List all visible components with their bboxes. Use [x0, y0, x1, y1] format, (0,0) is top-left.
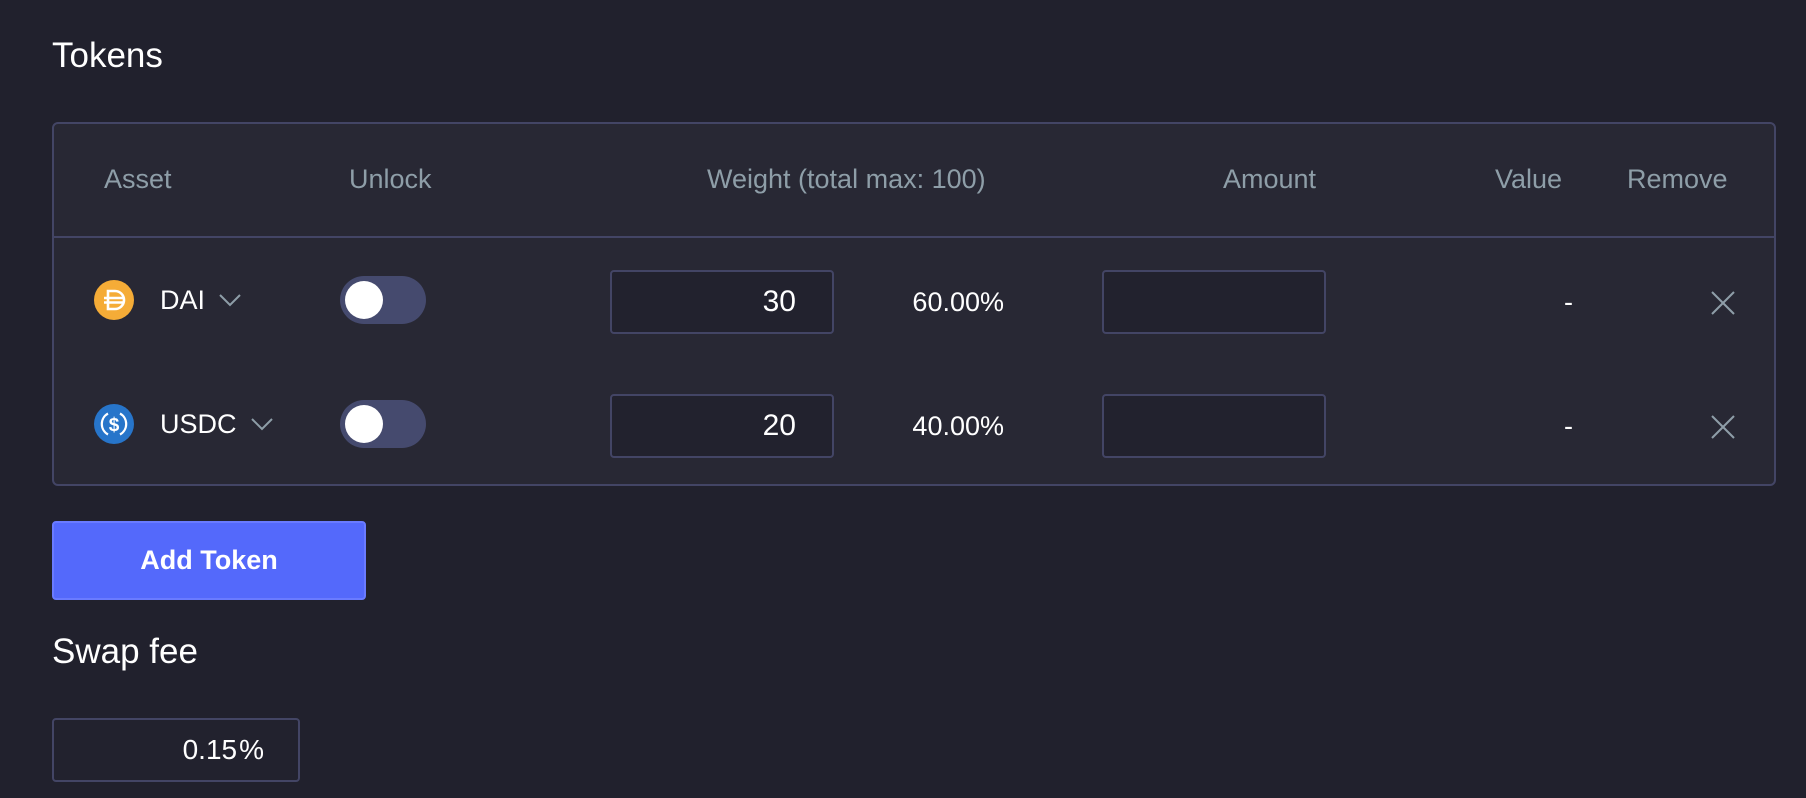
chevron-down-icon	[219, 293, 241, 307]
weight-percent: 40.00%	[912, 411, 1004, 441]
token-symbol: USDC	[160, 408, 237, 439]
token-symbol: DAI	[160, 284, 206, 315]
swap-fee-input[interactable]	[87, 734, 238, 766]
swap-fee-field: %	[52, 718, 300, 782]
remove-token-button[interactable]	[1711, 291, 1735, 315]
tokens-table-header: Asset Unlock Weight (total max: 100) Amo…	[54, 124, 1774, 238]
usdc-icon: $	[94, 404, 134, 444]
weight-input[interactable]	[610, 394, 834, 458]
asset-selector-dai[interactable]: DAI	[94, 278, 241, 322]
unlock-toggle[interactable]	[340, 400, 426, 448]
chevron-down-icon	[250, 417, 273, 431]
amount-input[interactable]	[1102, 394, 1326, 458]
tokens-table: Asset Unlock Weight (total max: 100) Amo…	[52, 122, 1776, 486]
token-row-usdc: $ USDC 40.00% -	[54, 362, 1774, 486]
svg-text:$: $	[109, 415, 120, 436]
remove-token-button[interactable]	[1711, 415, 1735, 439]
token-value: -	[1564, 287, 1573, 317]
weight-percent: 60.00%	[912, 287, 1004, 317]
column-header-unlock: Unlock	[349, 164, 432, 194]
token-value: -	[1564, 411, 1573, 441]
toggle-knob	[345, 405, 383, 443]
weight-input[interactable]	[610, 270, 834, 334]
swap-fee-unit: %	[239, 734, 264, 765]
swap-fee-title: Swap fee	[52, 632, 198, 671]
unlock-toggle[interactable]	[340, 276, 426, 324]
token-row-dai: DAI 60.00% -	[54, 238, 1774, 362]
column-header-amount: Amount	[1223, 164, 1317, 194]
dai-icon	[94, 280, 134, 320]
column-header-value: Value	[1495, 164, 1563, 194]
tokens-title: Tokens	[52, 36, 163, 75]
amount-input[interactable]	[1102, 270, 1326, 334]
toggle-knob	[345, 281, 383, 319]
add-token-button[interactable]: Add Token	[52, 521, 366, 600]
close-icon	[1711, 291, 1735, 315]
close-icon	[1711, 415, 1735, 439]
column-header-weight: Weight (total max: 100)	[707, 164, 986, 194]
column-header-asset: Asset	[104, 164, 172, 194]
column-header-remove: Remove	[1627, 164, 1728, 194]
asset-selector-usdc[interactable]: $ USDC	[94, 402, 273, 446]
